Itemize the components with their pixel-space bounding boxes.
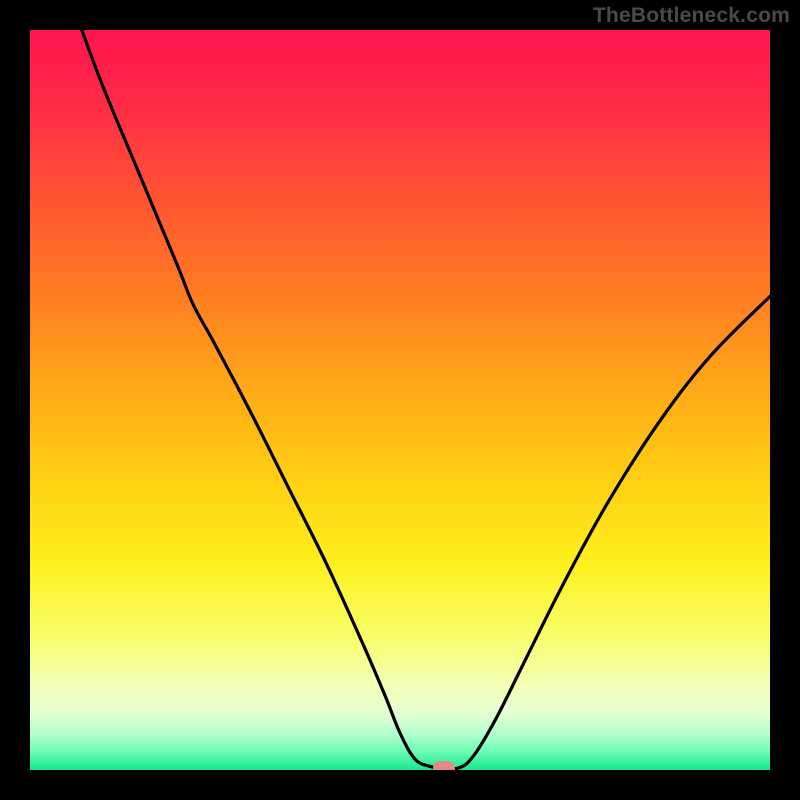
attribution-label: TheBottleneck.com [593, 4, 790, 28]
plot-area [30, 30, 770, 770]
gradient-background [30, 30, 770, 770]
chart-frame: TheBottleneck.com [0, 0, 800, 800]
bottleneck-chart [30, 30, 770, 770]
optimal-point-marker [433, 761, 455, 770]
